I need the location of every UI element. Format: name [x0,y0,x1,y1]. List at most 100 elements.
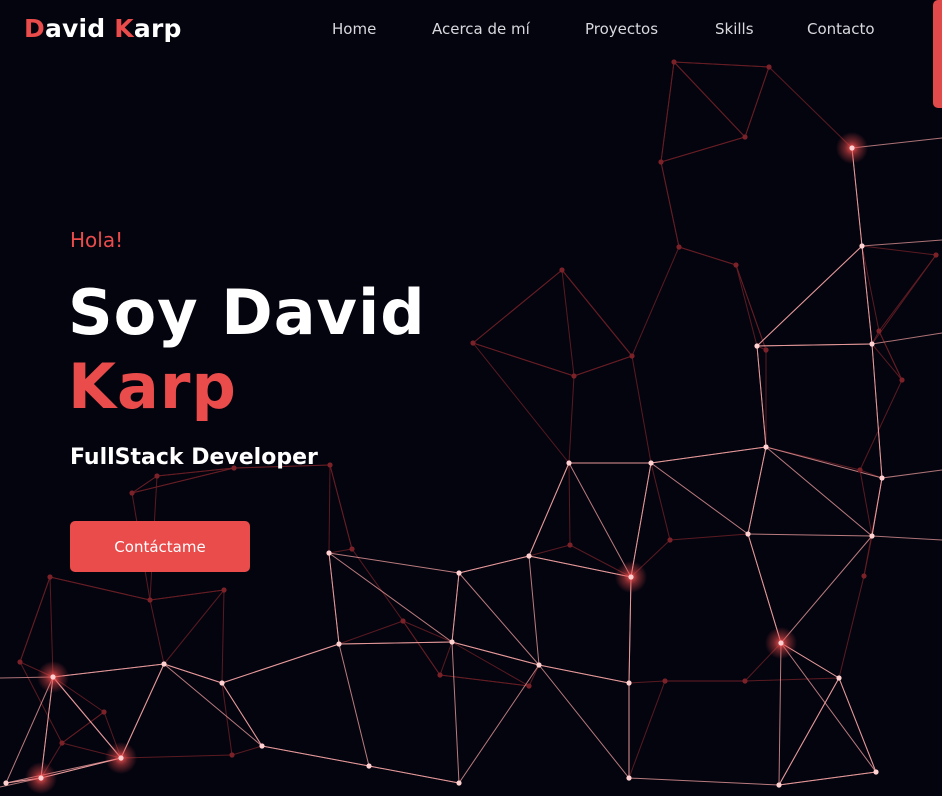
nav-link-skills[interactable]: Skills [715,20,754,38]
network-node [626,775,632,781]
network-node-dim [437,672,443,678]
nav-link-about[interactable]: Acerca de mí [432,20,530,38]
network-link [458,572,540,666]
network-node-dim [763,347,769,353]
network-link [568,375,575,464]
network-node-dim [861,573,867,579]
network-link [780,642,877,773]
network-link [756,245,863,347]
network-node [118,755,124,761]
network-link [439,641,453,676]
network-node-dim [154,473,160,479]
network-link [838,677,877,773]
network-node [859,243,865,249]
network-link [573,355,633,377]
network-node [526,553,532,559]
network-node-dim [349,546,355,552]
network-link [561,269,575,377]
nav-link-home[interactable]: Home [332,20,376,38]
network-node-dim [733,262,739,268]
network-link [747,533,782,644]
network-node [336,641,342,647]
network-node [536,662,542,668]
network-node [449,639,455,645]
network-link [528,544,571,557]
network-link [768,66,853,149]
network-link [61,711,105,744]
network-node [3,780,9,786]
network-link [472,342,575,377]
network-node [754,343,760,349]
hero-greeting: Hola! [70,228,124,252]
network-link [451,641,460,784]
site-logo[interactable]: David Karp [24,14,182,43]
network-node [873,769,879,775]
network-link [871,343,903,381]
network-node [869,341,875,347]
network-link [472,342,570,464]
network-node-dim [17,659,23,665]
network-link [538,664,630,779]
network-node [456,570,462,576]
network-link [673,61,746,138]
network-link [451,572,460,643]
network-link [744,677,840,682]
network-link [669,533,749,541]
network-link [120,754,233,759]
network-node-dim [559,267,565,273]
network-link [778,677,840,786]
network-link [328,552,340,645]
hero-role: FullStack Developer [70,445,318,470]
network-link [149,599,165,665]
network-link [328,548,353,554]
network-node [259,743,265,749]
network-link [338,641,453,645]
network-link [778,771,877,786]
network-node-dim [658,159,664,165]
network-node [566,460,572,466]
contact-button[interactable]: Contáctame [70,521,250,572]
network-link [338,643,370,767]
network-link [780,535,873,644]
network-node-dim [899,377,905,383]
network-link [861,245,880,332]
network-node [778,640,784,646]
network-node [745,531,751,537]
network-link [660,61,675,163]
network-node-dim [676,244,682,250]
network-link [744,66,770,138]
network-link [338,620,404,645]
network-node-dim [742,678,748,684]
network-link [568,462,571,546]
network-link [163,589,225,665]
network-link [351,548,404,622]
network-node [776,782,782,788]
network-node-dim [101,709,107,715]
network-node-dim [567,542,573,548]
network-link [747,533,873,537]
network-link [221,589,225,684]
network-link [735,264,767,351]
network-link [778,642,782,786]
network-link [561,269,633,357]
network-link [472,269,563,344]
network-node [628,574,634,580]
network-link [538,664,630,684]
network-node-dim [470,340,476,346]
network-link [861,239,942,247]
scroll-indicator[interactable] [933,0,942,108]
network-link [859,379,903,471]
network-node-dim [47,574,53,580]
network-link [861,245,873,345]
network-node-dim [671,59,677,65]
network-node [219,680,225,686]
nav-link-projects[interactable]: Proyectos [585,20,658,38]
network-link [328,464,331,554]
network-link [451,641,530,687]
nav-link-contact[interactable]: Contacto [807,20,875,38]
network-link [678,246,737,266]
network-node [849,145,855,151]
network-link [859,469,873,537]
network-node-dim [221,587,227,593]
network-node-dim [526,683,532,689]
